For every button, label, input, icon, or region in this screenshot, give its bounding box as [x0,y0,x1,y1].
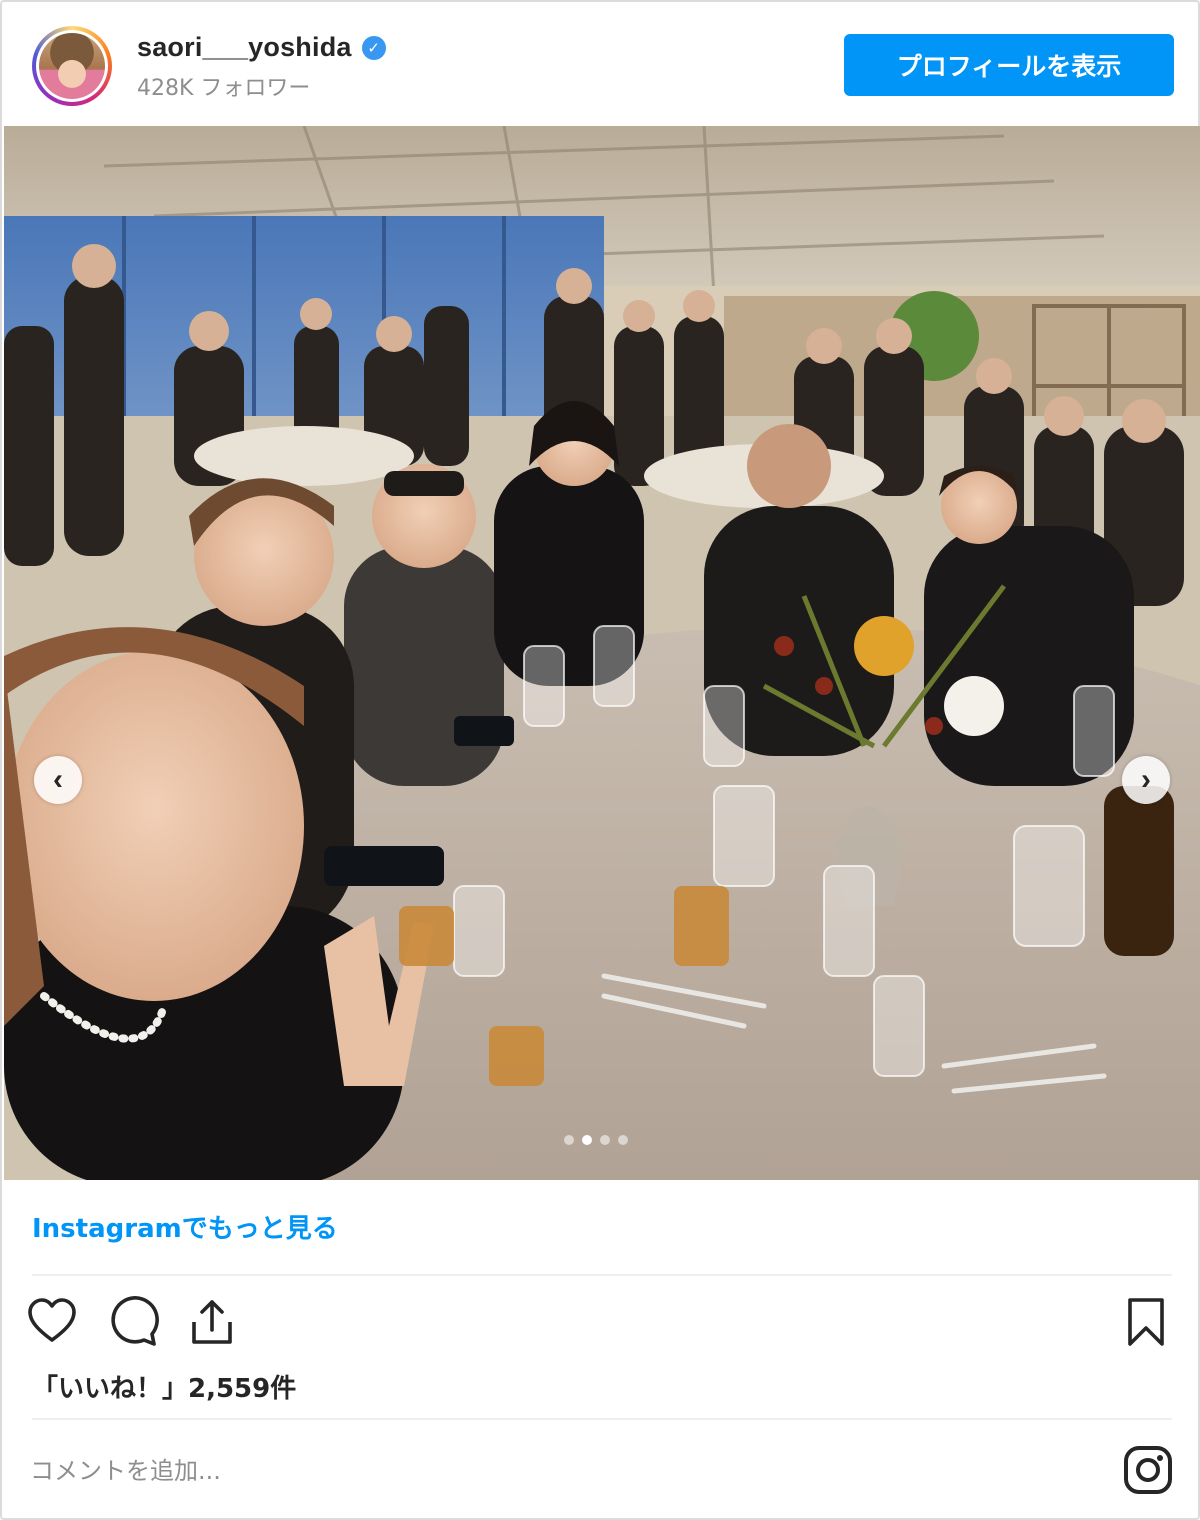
carousel-dot [618,1135,628,1145]
share-button[interactable] [184,1294,240,1350]
carousel-dot [564,1135,574,1145]
avatar-image [39,33,105,99]
comment-input[interactable] [30,1448,1090,1494]
verified-badge-icon: ✓ [361,35,386,60]
bookmark-icon [1128,1298,1164,1346]
carousel-indicator [564,1135,628,1145]
divider [32,1274,1172,1276]
carousel-next-button[interactable]: › [1122,756,1170,804]
chevron-right-icon: › [1141,763,1151,796]
post-photo [4,126,1200,1180]
divider [32,1418,1172,1420]
post-header: saori___yoshida ✓ 428K フォロワー プロフィールを表示 [2,2,1198,126]
like-count: 「いいね！」2,559件 [32,1374,297,1404]
share-icon [192,1300,232,1344]
instagram-logo-icon[interactable] [1120,1442,1176,1498]
avatar[interactable] [32,26,112,106]
username[interactable]: saori___yoshida [137,32,352,63]
more-on-instagram-link[interactable]: Instagramでもっと見る [32,1208,338,1245]
carousel-dot [600,1135,610,1145]
view-profile-button[interactable]: プロフィールを表示 [844,34,1174,96]
instagram-embed: saori___yoshida ✓ 428K フォロワー プロフィールを表示 ‹… [0,0,1200,1520]
carousel-prev-button[interactable]: ‹ [34,756,82,804]
follower-count: 428K フォロワー [137,76,311,101]
comment-icon [111,1296,159,1346]
comment-button[interactable] [104,1294,160,1350]
chevron-left-icon: ‹ [53,763,63,796]
carousel-dot-active [582,1135,592,1145]
heart-icon [28,1298,76,1342]
save-button[interactable] [1118,1294,1174,1350]
post-image[interactable]: ‹ › [4,126,1200,1180]
instagram-glyph [1124,1446,1172,1494]
like-button[interactable] [24,1294,80,1350]
username-row: saori___yoshida ✓ [137,32,386,63]
